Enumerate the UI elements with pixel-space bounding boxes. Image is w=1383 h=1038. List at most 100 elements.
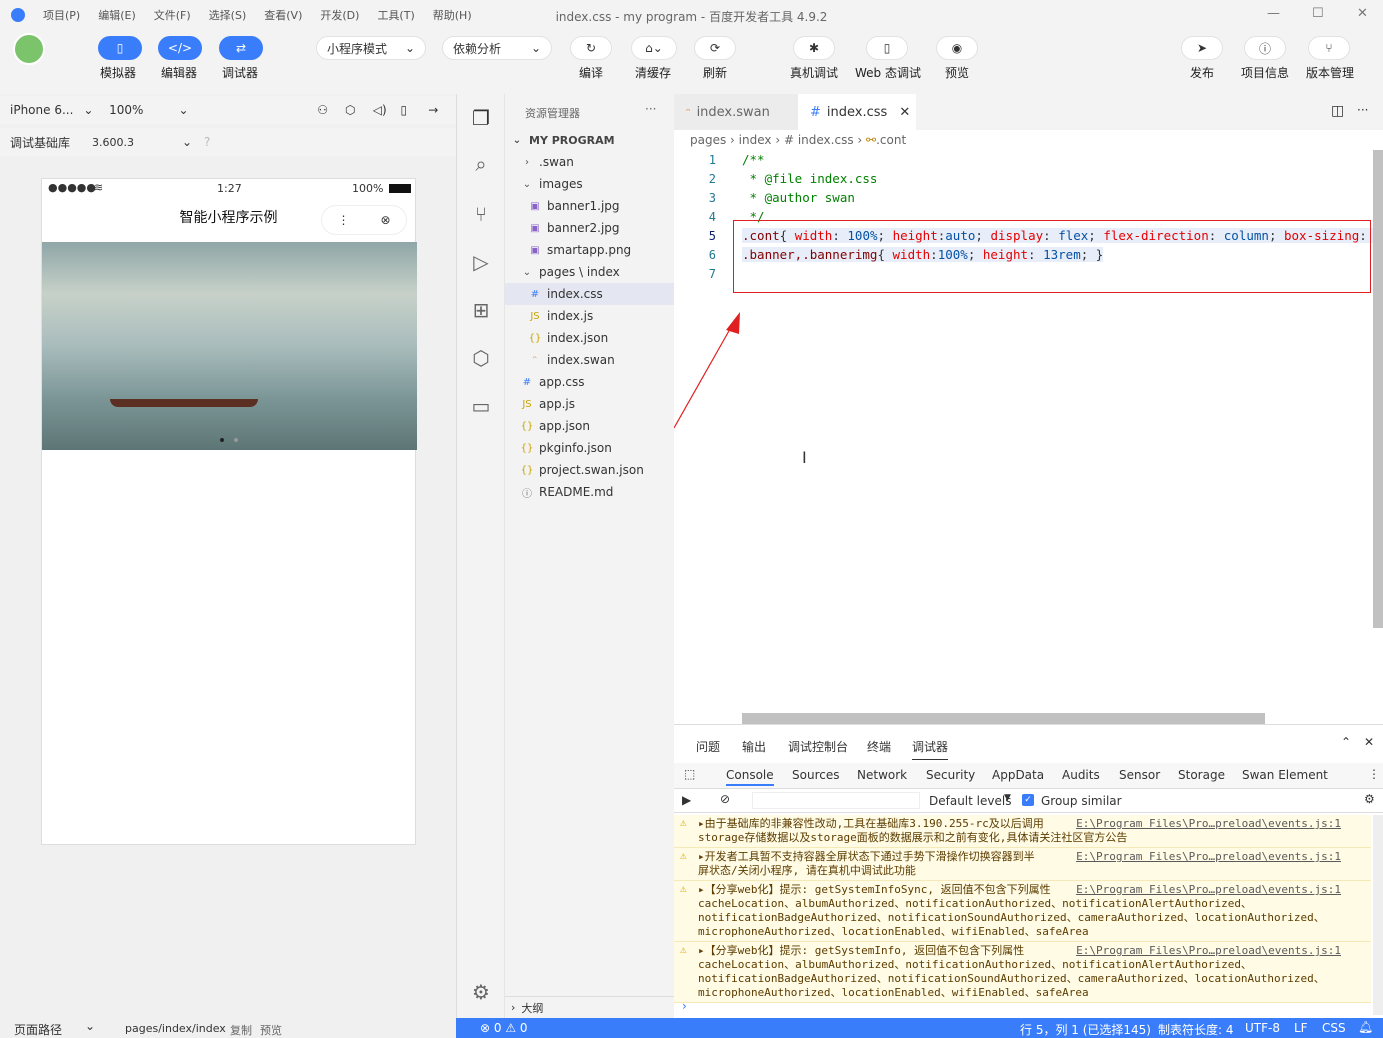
avatar[interactable] <box>13 33 45 65</box>
tree-item[interactable]: {} pkginfo.json <box>505 437 675 459</box>
publish-button[interactable]: ➤ <box>1181 36 1223 60</box>
tab-appdata[interactable]: AppData <box>992 768 1044 782</box>
cube-icon[interactable]: ⬡ <box>345 103 373 117</box>
compile-button[interactable]: ↻ <box>570 36 612 60</box>
tree-item[interactable]: ⌄ images <box>505 173 675 195</box>
console-warning[interactable]: ⚠ ▸由于基础库的非兼容性改动,工具在基础库3.190.255-rc及以后调用 s… <box>674 815 1371 848</box>
source-link[interactable]: E:\Program Files\Pro…preload\events.js:1 <box>1076 817 1341 831</box>
tab-storage[interactable]: Storage <box>1178 768 1225 782</box>
lib-version[interactable]: 3.600.3 <box>92 136 182 149</box>
breadcrumb-item[interactable]: # index.css <box>784 133 854 147</box>
deps-select[interactable]: 依赖分析 ⌄ <box>442 36 552 60</box>
mode-select[interactable]: 小程序模式 ⌄ <box>316 36 426 60</box>
tree-item[interactable]: {} index.json <box>505 327 675 349</box>
menu-tools[interactable]: 工具(T) <box>377 7 414 23</box>
tree-item[interactable]: {} project.swan.json <box>505 459 675 481</box>
sound-icon[interactable]: ◁) <box>373 103 401 117</box>
tree-item[interactable]: ▣ banner1.jpg <box>505 195 675 217</box>
chevron-down-icon[interactable]: ⌄ <box>85 1019 95 1033</box>
breadcrumb-item[interactable]: .cont <box>876 133 906 147</box>
tab-network[interactable]: Network <box>857 768 907 782</box>
menu-select[interactable]: 选择(S) <box>209 7 247 23</box>
tree-item[interactable]: ⌄ pages \ index <box>505 261 675 283</box>
console-scrollbar[interactable] <box>1373 815 1383 1015</box>
tab-console[interactable]: Console <box>726 768 774 786</box>
filter-input[interactable] <box>752 792 920 809</box>
search-icon[interactable]: ⌕ <box>467 150 495 178</box>
panel-tab-debugger[interactable]: 调试器 <box>912 738 949 760</box>
menu-view[interactable]: 查看(V) <box>264 7 302 23</box>
outline-section[interactable]: › 大纲 <box>505 996 675 1018</box>
menu-edit[interactable]: 编辑(E) <box>98 7 136 23</box>
chevron-down-icon[interactable]: ⌄ <box>83 103 109 117</box>
monitor-icon[interactable]: ▭ <box>467 392 495 420</box>
editor-button[interactable]: </> <box>158 36 202 60</box>
user-icon[interactable]: ⚇ <box>317 103 345 117</box>
source-link[interactable]: E:\Program Files\Pro…preload\events.js:1 <box>1076 944 1341 958</box>
tree-item[interactable]: › .swan <box>505 151 675 173</box>
menu-help[interactable]: 帮助(H) <box>433 7 472 23</box>
inspect-icon[interactable]: ⬚ <box>684 767 695 781</box>
banner-swiper[interactable] <box>42 242 417 450</box>
help-icon[interactable]: ? <box>204 135 210 149</box>
device-select[interactable]: iPhone 6... <box>10 103 83 117</box>
cursor-position[interactable]: 行 5，列 1 (已选择145) <box>1020 1021 1151 1038</box>
tree-item[interactable]: JS app.js <box>505 393 675 415</box>
chevron-down-icon[interactable]: ⌄ <box>182 135 204 149</box>
tree-item[interactable]: {} app.json <box>505 415 675 437</box>
menu-project[interactable]: 项目(P) <box>43 7 80 23</box>
more-vert-icon[interactable]: ⋮ <box>1368 767 1380 781</box>
source-link[interactable]: E:\Program Files\Pro…preload\events.js:1 <box>1076 850 1341 864</box>
clear-cache-button[interactable]: ⌂⌄ <box>631 36 677 60</box>
console-warning[interactable]: ⚠ ▸开发者工具暂不支持容器全屏状态下通过手势下滑操作切换容器到半 屏状态/关闭小… <box>674 848 1371 881</box>
panel-tab-problems[interactable]: 问题 <box>696 738 720 755</box>
tree-item[interactable]: # index.css <box>505 283 675 305</box>
settings-gear-icon[interactable]: ⚙ <box>1364 792 1375 806</box>
tree-item[interactable]: JS index.js <box>505 305 675 327</box>
chevron-down-icon[interactable]: ⌄ <box>178 103 317 117</box>
page-path-label[interactable]: 页面路径 <box>14 1021 62 1038</box>
device-debug-button[interactable]: ✱ <box>793 36 835 60</box>
horizontal-scrollbar[interactable] <box>742 713 1265 724</box>
source-control-icon[interactable]: ⑂ <box>467 200 495 228</box>
vertical-scrollbar[interactable] <box>1373 150 1383 628</box>
tree-item[interactable]: # app.css <box>505 371 675 393</box>
more-icon[interactable]: ··· <box>645 102 656 116</box>
levels-select[interactable]: Default levels <box>929 794 1011 808</box>
code-line-3[interactable]: * @author swan <box>742 190 855 205</box>
code-line-2[interactable]: * @file index.css <box>742 171 878 186</box>
menu-develop[interactable]: 开发(D) <box>320 7 359 23</box>
breadcrumb-item[interactable]: index <box>739 133 772 147</box>
console-warning[interactable]: ⚠ ▸【分享web化】提示: getSystemInfoSync, 返回值不包含下… <box>674 881 1371 942</box>
version-button[interactable]: ⑂ <box>1308 36 1350 60</box>
clear-console-icon[interactable]: ⊘ <box>720 792 730 806</box>
files-icon[interactable]: ❐ <box>467 104 495 132</box>
tab-size[interactable]: 制表符长度: 4 <box>1158 1021 1234 1038</box>
zoom-select[interactable]: 100% <box>109 103 178 117</box>
simulator-button[interactable]: ▯ <box>98 36 142 60</box>
web-debug-button[interactable]: ▯ <box>866 36 908 60</box>
package-icon[interactable]: ⬡ <box>467 344 495 372</box>
tab-sensor[interactable]: Sensor <box>1119 768 1160 782</box>
maximize-icon[interactable]: ☐ <box>1312 6 1324 21</box>
chevron-down-icon[interactable]: ▼ <box>1004 793 1011 803</box>
breadcrumb-item[interactable]: pages <box>690 133 726 147</box>
console-prompt[interactable]: › <box>674 999 1383 1019</box>
source-link[interactable]: E:\Program Files\Pro…preload\events.js:1 <box>1076 883 1341 897</box>
preview-button[interactable]: ◉ <box>936 36 978 60</box>
close-tab-icon[interactable]: ✕ <box>899 105 910 120</box>
encoding[interactable]: UTF-8 <box>1245 1021 1280 1035</box>
panel-tab-terminal[interactable]: 终端 <box>867 738 891 755</box>
debugger-button[interactable]: ⇄ <box>219 36 263 60</box>
copy-link[interactable]: 复制 <box>230 1022 252 1038</box>
sidebar-toggle-icon[interactable]: ▶ <box>682 793 691 807</box>
group-similar-checkbox[interactable]: ✓ <box>1022 794 1034 806</box>
close-circle-icon[interactable]: ⊗ <box>380 213 390 227</box>
tab-swan-element[interactable]: Swan Element <box>1242 768 1328 782</box>
more-icon[interactable]: ··· <box>1357 103 1368 117</box>
more-icon[interactable]: ⋮ <box>337 213 349 227</box>
close-window-icon[interactable]: ✕ <box>1357 6 1368 21</box>
project-root[interactable]: ⌄ MY PROGRAM <box>505 129 675 151</box>
tree-item[interactable]: ᵔ index.swan <box>505 349 675 371</box>
split-editor-icon[interactable]: ◫ <box>1331 103 1344 119</box>
